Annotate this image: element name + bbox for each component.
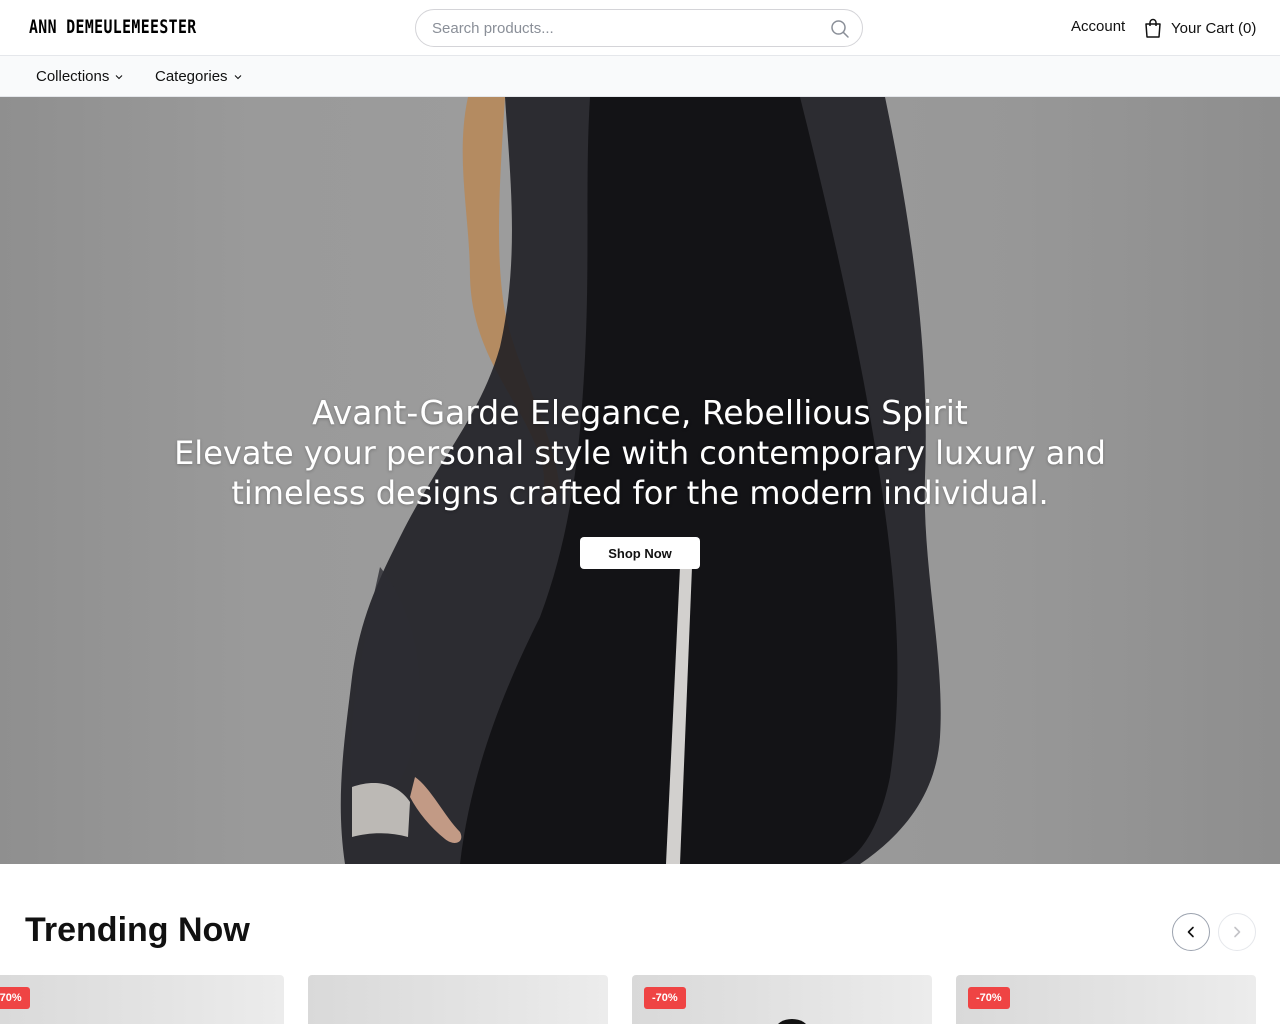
product-card[interactable] — [308, 975, 608, 1024]
nav-item-label: Collections — [36, 68, 110, 85]
product-card[interactable]: -70% — [632, 975, 932, 1024]
chevron-left-icon — [1187, 926, 1194, 938]
product-image — [778, 1019, 806, 1024]
nav-item-label: Categories — [155, 68, 228, 85]
shop-now-button[interactable]: Shop Now — [580, 537, 700, 569]
brand-logo[interactable]: ANN DEMEULEMEESTER — [29, 16, 197, 38]
carousel-prev-button[interactable] — [1172, 913, 1210, 951]
discount-badge: -70% — [968, 987, 1010, 1009]
search-icon[interactable] — [830, 19, 850, 39]
hero-title: Avant-Garde Elegance, Rebellious Spirit — [312, 393, 968, 432]
account-link[interactable]: Account — [1071, 18, 1125, 35]
search-input[interactable] — [432, 10, 812, 46]
cart-label: Your Cart (0) — [1171, 19, 1257, 37]
cart-button[interactable]: Your Cart (0) — [1144, 16, 1256, 40]
carousel-next-button[interactable] — [1218, 913, 1256, 951]
main-nav: Collections Categories — [0, 56, 1280, 97]
nav-item-collections[interactable]: Collections — [36, 68, 124, 85]
chevron-down-icon — [115, 74, 123, 79]
hero-subtitle: Elevate your personal style with contemp… — [174, 434, 1106, 512]
section-title: Trending Now — [25, 911, 250, 949]
hero-banner: Avant-Garde Elegance, Rebellious Spirit … — [0, 97, 1280, 864]
nav-item-categories[interactable]: Categories — [155, 68, 243, 85]
chevron-down-icon — [234, 74, 241, 79]
search-bar[interactable] — [415, 9, 863, 47]
product-card[interactable]: -70% — [0, 975, 284, 1024]
discount-badge: -70% — [0, 987, 30, 1009]
bag-icon — [1145, 18, 1161, 38]
site-header: ANN DEMEULEMEESTER Account Your Cart (0) — [0, 0, 1280, 56]
chevron-right-icon — [1234, 926, 1241, 938]
product-card[interactable]: -70% — [956, 975, 1256, 1024]
discount-badge: -70% — [644, 987, 686, 1009]
